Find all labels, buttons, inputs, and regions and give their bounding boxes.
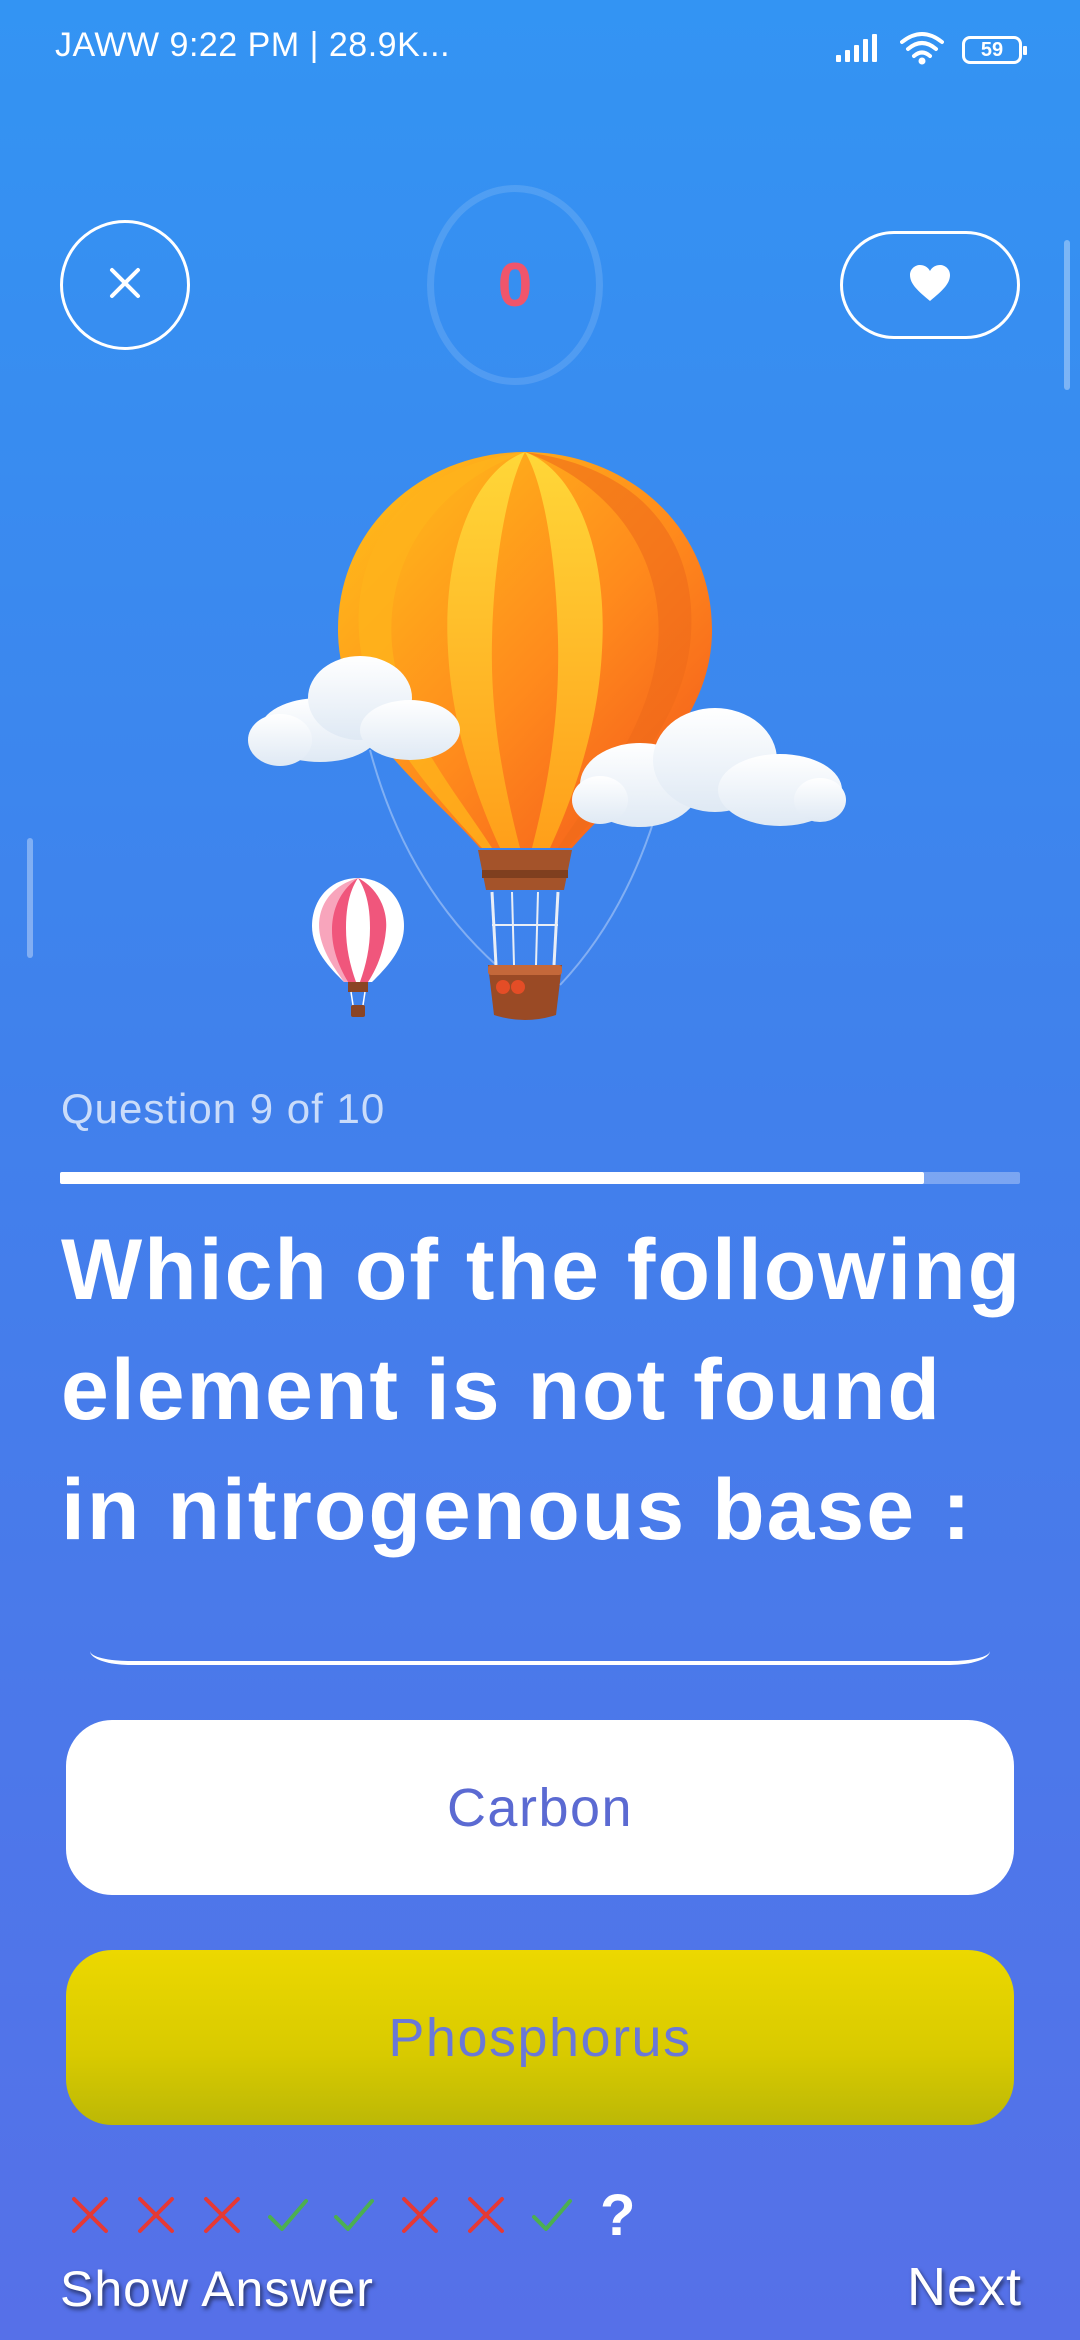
next-button[interactable]: Next — [907, 2256, 1022, 2318]
heart-icon — [908, 263, 952, 308]
correct-answer-icon — [530, 2193, 574, 2237]
wrong-answer-icon — [200, 2193, 244, 2237]
signal-icon — [834, 33, 882, 68]
option-button[interactable]: Carbon — [66, 1720, 1014, 1895]
close-button[interactable] — [60, 220, 190, 350]
edge-handle[interactable] — [27, 838, 33, 958]
correct-answer-icon — [332, 2193, 376, 2237]
battery-icon: 59 — [962, 36, 1027, 64]
small-balloon — [312, 878, 404, 1017]
scroll-indicator[interactable] — [1064, 240, 1070, 390]
timer: 0 — [427, 185, 603, 385]
question-counter: Question 9 of 10 — [61, 1085, 386, 1132]
wrong-answer-icon — [398, 2193, 442, 2237]
progress-fill — [60, 1172, 924, 1184]
option-label: Phosphorus — [388, 2007, 692, 2068]
status-icons: 59 — [834, 30, 1027, 70]
timer-value: 0 — [497, 250, 533, 320]
wrong-answer-icon — [464, 2193, 508, 2237]
wifi-icon — [900, 31, 944, 70]
wrong-answer-icon — [134, 2193, 178, 2237]
show-answer-button[interactable]: Show Answer — [60, 2260, 374, 2318]
answer-history: ? — [68, 2182, 636, 2248]
correct-answer-icon — [266, 2193, 310, 2237]
status-bar: JAWW 9:22 PM | 28.9K... 59 — [0, 0, 1080, 96]
option-partial[interactable] — [90, 1620, 990, 1665]
option-label: Carbon — [446, 1777, 634, 1838]
status-text: JAWW 9:22 PM | 28.9K... — [55, 26, 451, 64]
option-button-selected[interactable]: Phosphorus — [66, 1950, 1014, 2125]
hearts-button[interactable] — [840, 231, 1020, 339]
current-question-marker: ? — [600, 2182, 636, 2248]
wrong-answer-icon — [68, 2193, 112, 2237]
question-text: Which of the following element is not fo… — [61, 1222, 1023, 1558]
close-icon — [108, 266, 142, 305]
progress-bar — [60, 1172, 1020, 1184]
battery-level: 59 — [980, 38, 1004, 61]
hot-air-balloon-illustration — [220, 430, 860, 1030]
